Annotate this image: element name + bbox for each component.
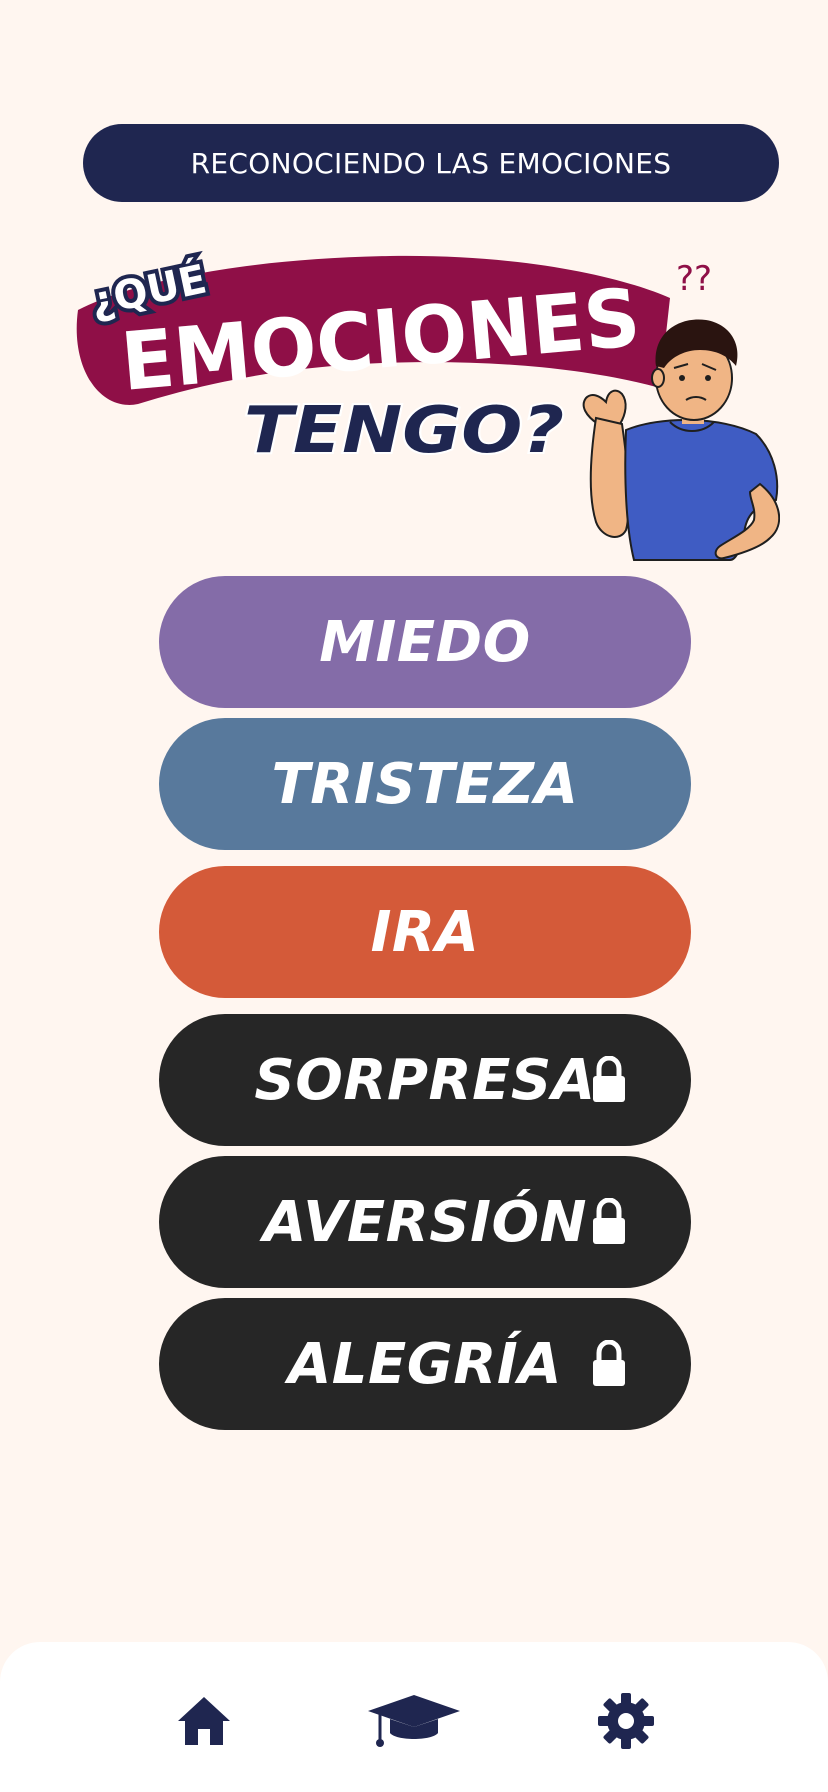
header-title-pill: RECONOCIENDO LAS EMOCIONES (83, 124, 779, 202)
emotion-button-miedo[interactable]: MIEDO (159, 576, 691, 708)
emotion-label: AVERSIÓN (263, 1189, 587, 1255)
emotion-label: IRA (370, 899, 480, 965)
emotion-button-tristeza[interactable]: TRISTEZA (159, 718, 691, 850)
nav-courses-button[interactable] (366, 1686, 462, 1756)
lock-icon (591, 1339, 627, 1388)
gear-icon (598, 1693, 654, 1749)
emotion-label: TRISTEZA (271, 751, 579, 817)
graduation-cap-icon (368, 1695, 460, 1747)
emotion-button-sorpresa[interactable]: SORPRESA (159, 1014, 691, 1146)
lock-icon (591, 1055, 627, 1104)
nav-settings-button[interactable] (594, 1686, 658, 1756)
nav-home-button[interactable] (168, 1686, 240, 1756)
header-title: RECONOCIENDO LAS EMOCIONES (190, 146, 672, 180)
home-icon (178, 1697, 230, 1745)
emotion-button-alegria[interactable]: ALEGRÍA (159, 1298, 691, 1430)
title-sub-word: TENGO? (244, 394, 564, 468)
emotion-label: ALEGRÍA (287, 1331, 563, 1397)
emotion-label: MIEDO (319, 609, 531, 675)
emotion-button-ira[interactable]: IRA (159, 866, 691, 998)
emotion-label: SORPRESA (254, 1047, 596, 1113)
bottom-navigation-bar (0, 1642, 828, 1792)
title-artwork: ¿QUÉ EMOCIONES TENGO? ?? (60, 238, 780, 568)
character-question-marks: ?? (676, 259, 712, 299)
emotion-button-aversion[interactable]: AVERSIÓN (159, 1156, 691, 1288)
lock-icon (591, 1197, 627, 1246)
